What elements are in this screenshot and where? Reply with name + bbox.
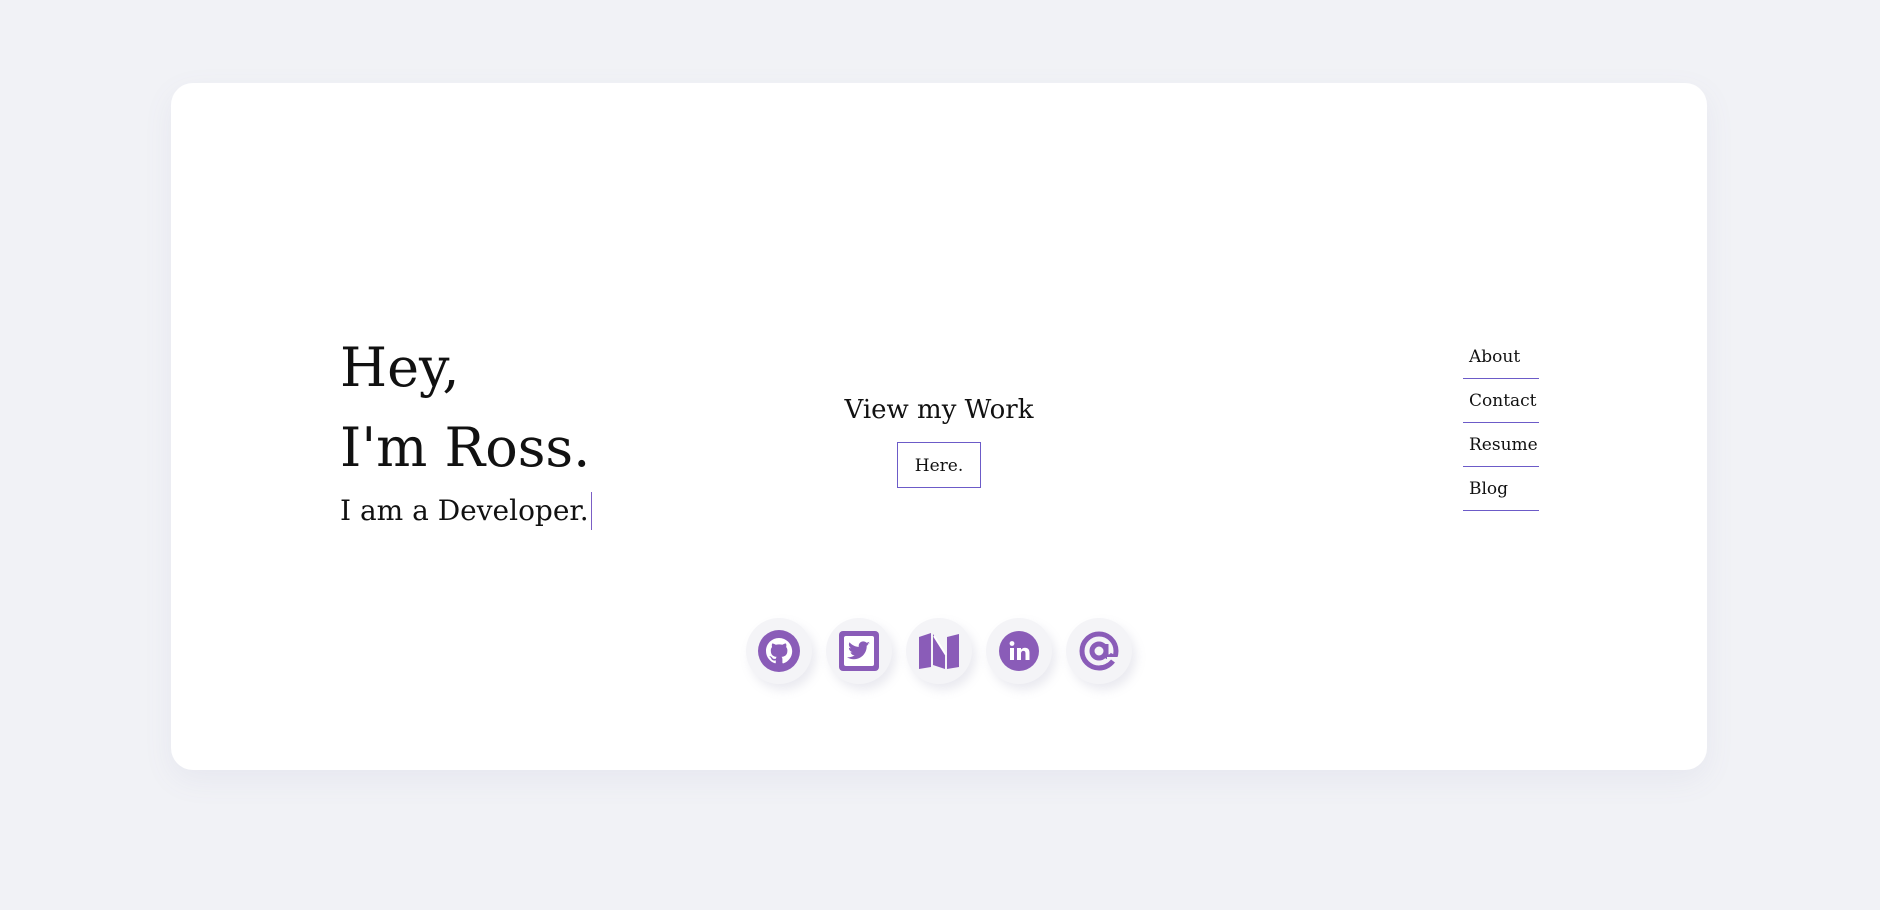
github-icon — [758, 630, 800, 672]
linkedin-link[interactable] — [986, 618, 1052, 684]
view-work-button[interactable]: Here. — [897, 442, 981, 488]
view-work-section: View my Work Here. — [800, 392, 1078, 488]
hero-name: I'm Ross. — [340, 416, 591, 479]
nav-item-contact[interactable]: Contact — [1463, 379, 1539, 423]
email-link[interactable] — [1066, 618, 1132, 684]
hero-greeting: Hey, — [340, 336, 460, 399]
email-at-icon — [1079, 631, 1121, 673]
social-links — [746, 618, 1132, 684]
github-link[interactable] — [746, 618, 812, 684]
twitter-icon — [839, 631, 879, 671]
nav-item-resume[interactable]: Resume — [1463, 423, 1539, 467]
view-work-title: View my Work — [844, 395, 1034, 425]
side-nav: About Contact Resume Blog — [1463, 335, 1539, 511]
hero-role-text: I am a Developer. — [340, 494, 589, 527]
nav-item-about[interactable]: About — [1463, 335, 1539, 379]
twitter-link[interactable] — [826, 618, 892, 684]
typing-cursor — [590, 492, 592, 530]
hero-intro: Hey, I'm Ross. I am a Developer. — [340, 328, 592, 532]
hero-role: I am a Developer. — [340, 490, 592, 532]
nav-item-blog[interactable]: Blog — [1463, 467, 1539, 511]
linkedin-icon — [999, 631, 1039, 671]
medium-link[interactable] — [906, 618, 972, 684]
medium-icon — [919, 633, 959, 669]
